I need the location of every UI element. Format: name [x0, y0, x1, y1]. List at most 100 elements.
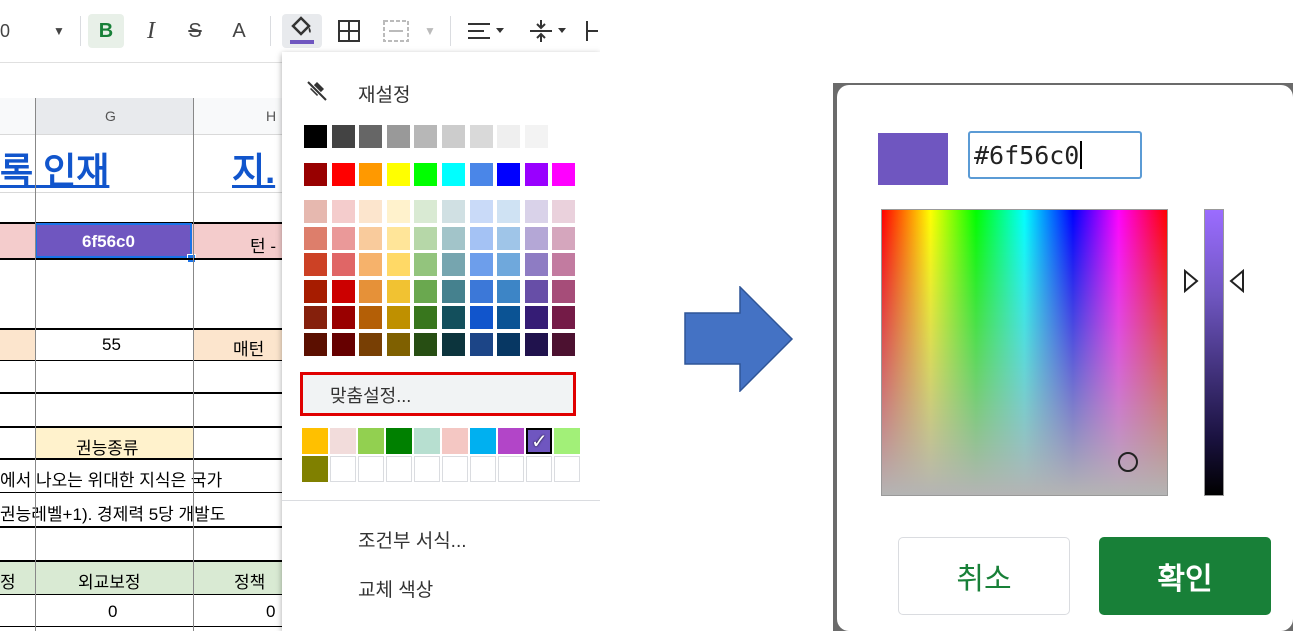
color-swatch[interactable]: [359, 306, 383, 330]
color-swatch[interactable]: [524, 253, 548, 277]
empty-custom-slot[interactable]: [358, 456, 384, 482]
color-swatch[interactable]: [304, 163, 327, 186]
color-swatch[interactable]: [414, 306, 438, 330]
merge-dropdown-icon[interactable]: ▼: [420, 14, 440, 48]
font-size-value[interactable]: 0: [0, 14, 20, 48]
color-swatch[interactable]: [331, 253, 355, 277]
color-swatch[interactable]: [442, 333, 465, 356]
color-swatch[interactable]: [497, 125, 521, 148]
color-swatch[interactable]: [497, 226, 521, 250]
color-swatch[interactable]: [304, 279, 327, 303]
color-swatch[interactable]: [552, 253, 576, 277]
color-swatch[interactable]: [386, 125, 410, 148]
title-link-right[interactable]: 지.: [232, 142, 275, 194]
empty-custom-slot[interactable]: [386, 456, 412, 482]
color-swatch[interactable]: [469, 279, 493, 303]
color-swatch[interactable]: [386, 226, 410, 250]
color-swatch[interactable]: [469, 163, 493, 186]
color-swatch[interactable]: [386, 253, 410, 277]
color-swatch[interactable]: [442, 226, 465, 250]
horizontal-align-button[interactable]: [464, 14, 512, 48]
color-swatch[interactable]: [552, 279, 576, 303]
color-swatch[interactable]: [497, 200, 521, 223]
bold-button[interactable]: B: [88, 14, 124, 48]
color-swatch[interactable]: [331, 279, 355, 303]
color-swatch[interactable]: [442, 279, 465, 303]
color-swatch[interactable]: [359, 279, 383, 303]
color-swatch[interactable]: [442, 125, 465, 148]
hue-slider[interactable]: [1204, 209, 1224, 496]
color-swatch[interactable]: [331, 163, 355, 186]
merge-cells-button[interactable]: [380, 14, 412, 48]
saturation-picker[interactable]: [881, 209, 1168, 496]
color-swatch[interactable]: [442, 200, 465, 223]
color-swatch[interactable]: [331, 306, 355, 330]
custom-color-swatch[interactable]: [330, 428, 356, 454]
color-swatch[interactable]: [414, 279, 438, 303]
text-wrap-button[interactable]: [584, 14, 600, 48]
empty-custom-slot[interactable]: [414, 456, 440, 482]
color-swatch[interactable]: [304, 306, 327, 330]
color-swatch[interactable]: [414, 125, 438, 148]
color-swatch[interactable]: [442, 253, 465, 277]
color-swatch[interactable]: [552, 306, 576, 330]
color-swatch[interactable]: [552, 125, 576, 148]
color-swatch[interactable]: [469, 200, 493, 223]
color-swatch[interactable]: [304, 333, 327, 356]
custom-color-label[interactable]: 맞춤설정...: [330, 382, 411, 408]
custom-color-swatch[interactable]: [386, 428, 412, 454]
color-swatch[interactable]: [469, 125, 493, 148]
color-swatch[interactable]: [414, 226, 438, 250]
color-swatch[interactable]: [497, 253, 521, 277]
hex-color-input[interactable]: #6f56c0: [968, 131, 1142, 179]
empty-custom-slot[interactable]: [498, 456, 524, 482]
color-swatch[interactable]: [331, 226, 355, 250]
color-swatch[interactable]: [469, 306, 493, 330]
ok-button[interactable]: 확인: [1099, 537, 1271, 615]
color-swatch[interactable]: [524, 226, 548, 250]
reset-color-label[interactable]: 재설정: [358, 80, 410, 107]
text-color-button[interactable]: A: [222, 14, 256, 48]
color-swatch[interactable]: [524, 125, 548, 148]
color-swatch[interactable]: [359, 125, 383, 148]
color-swatch[interactable]: [524, 163, 548, 186]
color-swatch[interactable]: [552, 200, 576, 223]
italic-button[interactable]: I: [134, 14, 168, 48]
color-swatch[interactable]: [359, 333, 383, 356]
color-swatch[interactable]: [331, 125, 355, 148]
custom-color-swatch[interactable]: [302, 456, 328, 482]
hue-slider-handle-icon[interactable]: [1183, 269, 1245, 293]
color-swatch[interactable]: [524, 333, 548, 356]
empty-custom-slot[interactable]: [554, 456, 580, 482]
color-swatch[interactable]: [359, 163, 383, 186]
color-swatch[interactable]: [331, 200, 355, 223]
color-swatch[interactable]: [304, 253, 327, 277]
cancel-button[interactable]: 취소: [898, 537, 1070, 615]
color-swatch[interactable]: [414, 333, 438, 356]
color-swatch[interactable]: [386, 200, 410, 223]
borders-button[interactable]: [334, 14, 364, 48]
color-swatch[interactable]: [386, 333, 410, 356]
reset-color-item[interactable]: [304, 78, 330, 109]
custom-color-swatch[interactable]: [554, 428, 580, 454]
empty-custom-slot[interactable]: [442, 456, 468, 482]
color-swatch[interactable]: [304, 125, 327, 148]
vertical-align-button[interactable]: [526, 14, 574, 48]
alternating-colors-item[interactable]: 교체 색상: [358, 575, 433, 602]
strikethrough-button[interactable]: S: [178, 14, 212, 48]
color-swatch[interactable]: [304, 200, 327, 223]
color-swatch[interactable]: [497, 279, 521, 303]
color-swatch[interactable]: [414, 163, 438, 186]
color-swatch[interactable]: [497, 333, 521, 356]
color-swatch[interactable]: [331, 333, 355, 356]
color-swatch[interactable]: [497, 306, 521, 330]
color-swatch[interactable]: [414, 253, 438, 277]
color-swatch[interactable]: [386, 306, 410, 330]
conditional-format-item[interactable]: 조건부 서식...: [358, 526, 467, 553]
empty-custom-slot[interactable]: [470, 456, 496, 482]
color-swatch[interactable]: [524, 306, 548, 330]
color-swatch[interactable]: [304, 226, 327, 250]
color-swatch[interactable]: [414, 200, 438, 223]
color-swatch[interactable]: [359, 226, 383, 250]
color-swatch[interactable]: [469, 253, 493, 277]
